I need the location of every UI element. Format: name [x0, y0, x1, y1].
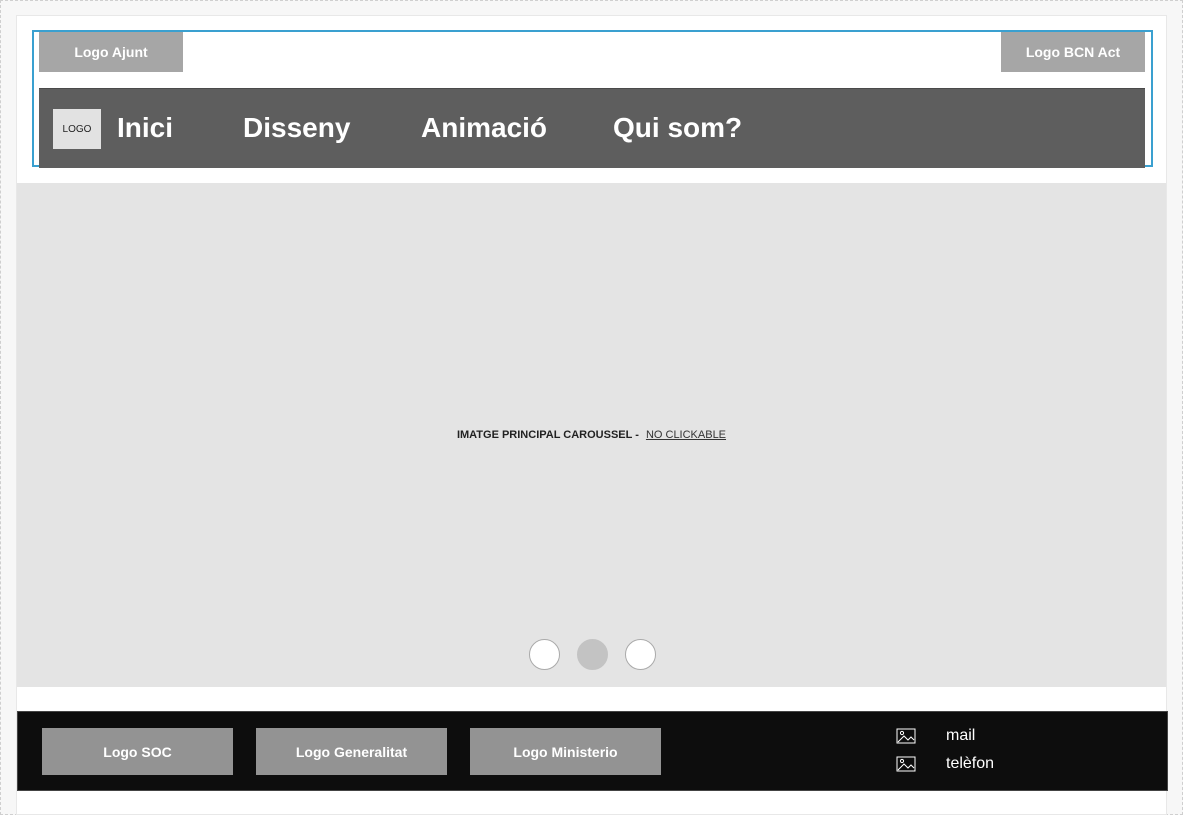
contact-mail[interactable]: mail — [896, 727, 975, 745]
carousel-note: NO CLICKABLE — [645, 429, 727, 441]
logo-ministerio[interactable]: Logo Ministerio — [470, 728, 661, 775]
contact-phone[interactable]: telèfon — [896, 755, 994, 773]
image-icon — [896, 728, 916, 744]
carousel-caption-text: IMATGE PRINCIPAL CAROUSSEL - — [456, 429, 639, 441]
main-carousel: IMATGE PRINCIPAL CAROUSSEL - NO CLICKABL… — [17, 183, 1166, 687]
logo-ajuntament[interactable]: Logo Ajunt — [39, 32, 183, 72]
logo-generalitat[interactable]: Logo Generalitat — [256, 728, 447, 775]
nav-item-inici[interactable]: Inici — [117, 109, 173, 147]
nav-item-disseny[interactable]: Disseny — [243, 109, 350, 147]
carousel-dots — [529, 639, 656, 670]
logo-soc[interactable]: Logo SOC — [42, 728, 233, 775]
contact-phone-label: telèfon — [946, 755, 995, 772]
carousel-dot-2[interactable] — [577, 639, 608, 670]
carousel-dot-1[interactable] — [529, 639, 560, 670]
carousel-caption: IMATGE PRINCIPAL CAROUSSEL - NO CLICKABL… — [17, 429, 1166, 441]
nav-item-animacio[interactable]: Animació — [421, 109, 547, 147]
site-header: Logo Ajunt Logo BCN Act LOGO Inici Disse… — [32, 30, 1153, 168]
logo-bcn-activa[interactable]: Logo BCN Act — [1001, 32, 1145, 72]
contact-mail-label: mail — [946, 727, 976, 744]
carousel-dot-3[interactable] — [625, 639, 656, 670]
site-logo[interactable]: LOGO — [53, 109, 101, 149]
image-icon — [896, 756, 916, 772]
main-navbar: LOGO Inici Disseny Animació Qui som? — [39, 88, 1145, 168]
nav-item-qui-som[interactable]: Qui som? — [613, 109, 742, 147]
site-footer: Logo SOC Logo Generalitat Logo Ministeri… — [17, 711, 1168, 791]
